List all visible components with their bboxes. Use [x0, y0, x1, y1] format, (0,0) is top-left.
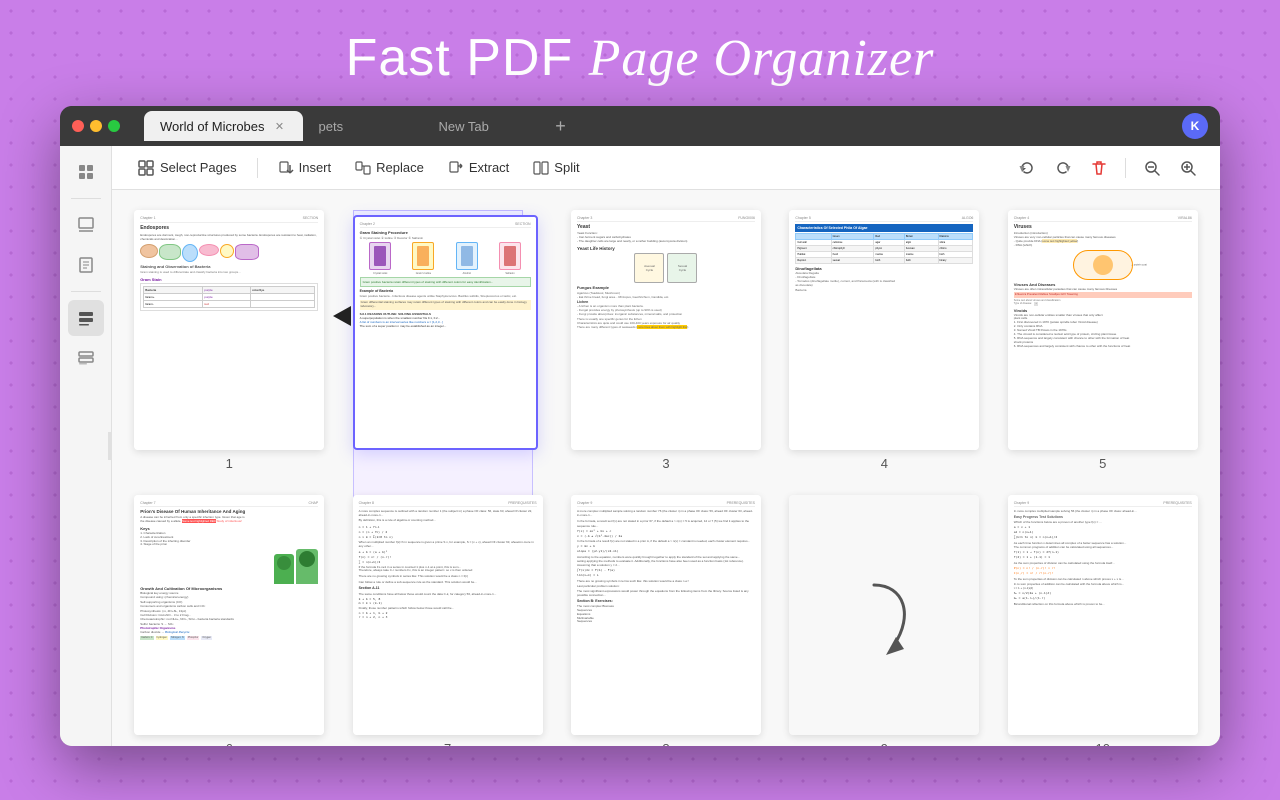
page-item-5[interactable]: Chapter 4VIRAL86 Viruses Introduction (i…	[1002, 210, 1204, 471]
link-sidebar-icon[interactable]	[68, 340, 104, 376]
page-number-4: 4	[881, 456, 888, 471]
page-thumbnail-5[interactable]: Chapter 4VIRAL86 Viruses Introduction (i…	[1008, 210, 1198, 450]
left-sidebar: ‹	[60, 146, 112, 746]
page-item-8[interactable]: Chapter 9PREREQUISITES A more complex mu…	[565, 495, 767, 746]
page-item-2[interactable]: Chapter 2SECTION Gram Staining Procedure…	[346, 210, 548, 471]
extract-button[interactable]: Extract	[438, 155, 519, 181]
sidebar-divider-1	[71, 198, 101, 199]
page-number-9: 9	[881, 741, 888, 746]
tab-newtab-label: New Tab	[439, 119, 489, 134]
page-thumbnail-7[interactable]: Chapter 8PREREQUISITES A more complex se…	[353, 495, 543, 735]
insert-button[interactable]: Insert	[268, 155, 342, 181]
app-title-plain: Fast PDF	[346, 29, 574, 87]
page-item-1[interactable]: Chapter 1SECTION Endospores Endospores a…	[128, 210, 330, 471]
extract-icon	[448, 160, 464, 176]
maximize-button[interactable]	[108, 120, 120, 132]
app-header: Fast PDF Page Organizer	[0, 0, 1280, 106]
layers-sidebar-icon[interactable]	[68, 300, 104, 336]
page-item-9[interactable]: 9	[783, 495, 985, 746]
pages-sidebar-icon[interactable]	[68, 154, 104, 190]
zoom-out-button[interactable]	[1136, 152, 1168, 184]
curved-arrow-icon	[844, 565, 924, 665]
page-thumbnail-1[interactable]: Chapter 1SECTION Endospores Endospores a…	[134, 210, 324, 450]
page-number-7: 7	[444, 741, 451, 746]
tabs-bar: World of Microbes ✕ pets New Tab +	[144, 106, 1174, 146]
rotate-left-button[interactable]	[1011, 152, 1043, 184]
tab-microbes-label: World of Microbes	[160, 119, 265, 134]
note-sidebar-icon[interactable]	[68, 247, 104, 283]
tab-pets[interactable]: pets	[303, 111, 423, 141]
page-number-1: 1	[226, 456, 233, 471]
select-pages-button[interactable]: Select Pages	[128, 155, 247, 181]
app-title: Fast PDF Page Organizer	[0, 28, 1280, 88]
page-stack-main-2[interactable]: Chapter 2SECTION Gram Staining Procedure…	[353, 215, 538, 450]
page-thumbnail-4[interactable]: Chapter 5ALGO6 Characteristics Of Select…	[789, 210, 979, 450]
page-number-6: 6	[226, 741, 233, 746]
page-thumbnail-10[interactable]: Chapter 9PREREQUISITES In more complex m…	[1008, 495, 1198, 735]
tab-newtab[interactable]: New Tab	[423, 111, 543, 141]
page-number-8: 8	[662, 741, 669, 746]
select-pages-label: Select Pages	[160, 160, 237, 175]
extract-label: Extract	[469, 160, 509, 175]
page-number-10: 10	[1096, 741, 1110, 746]
browser-window: World of Microbes ✕ pets New Tab + K	[60, 106, 1220, 746]
zoom-in-button[interactable]	[1172, 152, 1204, 184]
delete-button[interactable]	[1083, 152, 1115, 184]
replace-label: Replace	[376, 160, 424, 175]
new-tab-button[interactable]: +	[547, 112, 575, 140]
page-number-3: 3	[662, 456, 669, 471]
page-thumbnail-8[interactable]: Chapter 9PREREQUISITES A more complex mu…	[571, 495, 761, 735]
replace-button[interactable]: Replace	[345, 155, 434, 181]
page-item-3[interactable]: Chapter 3FUNGI006 Yeast Yeast Function: …	[565, 210, 767, 471]
page-thumbnail-3[interactable]: Chapter 3FUNGI006 Yeast Yeast Function: …	[571, 210, 761, 450]
split-label: Split	[554, 160, 579, 175]
title-bar: World of Microbes ✕ pets New Tab + K	[60, 106, 1220, 146]
app-title-cursive: Page Organizer	[589, 30, 935, 87]
sidebar-divider-2	[71, 291, 101, 292]
traffic-lights	[72, 120, 120, 132]
toolbar: Select Pages Insert	[112, 146, 1220, 190]
thumbnail-sidebar-icon[interactable]	[68, 207, 104, 243]
page-item-10[interactable]: Chapter 9PREREQUISITES In more complex m…	[1002, 495, 1204, 746]
toolbar-divider-right	[1125, 158, 1126, 178]
user-avatar[interactable]: K	[1182, 113, 1208, 139]
page-item-6[interactable]: Chapter 7CHAP Prion's Disease Of Human I…	[128, 495, 330, 746]
split-icon	[533, 160, 549, 176]
tab-microbes[interactable]: World of Microbes ✕	[144, 111, 303, 141]
page-item-4[interactable]: Chapter 5ALGO6 Characteristics Of Select…	[783, 210, 985, 471]
page-thumbnail-6[interactable]: Chapter 7CHAP Prion's Disease Of Human I…	[134, 495, 324, 735]
tab-microbes-close[interactable]: ✕	[273, 119, 287, 133]
page-item-7[interactable]: Chapter 8PREREQUISITES A more complex se…	[346, 495, 548, 746]
rotate-right-button[interactable]	[1047, 152, 1079, 184]
toolbar-right	[1011, 152, 1204, 184]
page-stack-2[interactable]: Chapter 2SECTION Gram Staining Procedure…	[353, 210, 543, 450]
close-button[interactable]	[72, 120, 84, 132]
insert-label: Insert	[299, 160, 332, 175]
tab-pets-label: pets	[319, 119, 344, 134]
select-pages-icon	[138, 160, 154, 176]
main-content: ‹ Select Pages	[60, 146, 1220, 746]
pages-grid: Chapter 1SECTION Endospores Endospores a…	[112, 190, 1220, 746]
replace-icon	[355, 160, 371, 176]
page-number-5: 5	[1099, 456, 1106, 471]
toolbar-divider-1	[257, 158, 258, 178]
page-thumbnail-9[interactable]	[789, 495, 979, 735]
insert-icon	[278, 160, 294, 176]
split-button[interactable]: Split	[523, 155, 589, 181]
content-area: Select Pages Insert	[112, 146, 1220, 746]
minimize-button[interactable]	[90, 120, 102, 132]
